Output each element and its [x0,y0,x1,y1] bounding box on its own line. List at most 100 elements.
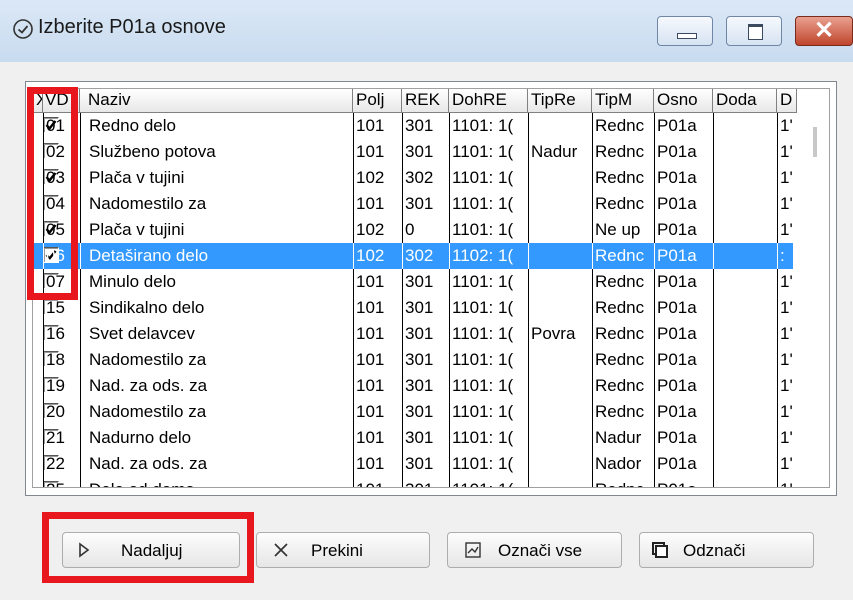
cell-rek: 0 [402,217,449,243]
cell-tipre [528,295,592,321]
cell-rek: 301 [402,451,449,477]
cell-osno: P01a [654,113,713,139]
table-row[interactable]: 03 Plača v tujini 102 302 1101: 1(Rednc P01a 1… [33,165,793,191]
table-row[interactable]: 22 Nad. za ods. za 101 301 1101: 1(Nador P01a… [33,451,793,477]
copy-icon [652,542,668,558]
cell-osno: P01a [654,451,713,477]
column-header-naziv[interactable]: Naziv [80,89,353,113]
column-header-rek[interactable]: REK [402,89,449,113]
cell-doda [713,269,777,295]
column-header-tipm[interactable]: TipM [592,89,654,113]
select-all-button[interactable]: Označi vse [447,532,622,568]
cell-tipm: Rednc [592,295,654,321]
cell-dohre: 1101: 1( [449,295,528,321]
maximize-button[interactable] [726,16,782,46]
column-header-tipre[interactable]: TipRe [528,89,592,113]
table-row[interactable]: 15 Sindikalno delo 101 301 1101: 1(Rednc P01a… [33,295,793,321]
column-header-polj[interactable]: Polj [353,89,402,113]
deselect-button[interactable]: Odznači [639,532,814,568]
cell-naziv: Nadomestilo za [80,399,353,425]
cell-naziv: Nadomestilo za [80,191,353,217]
cell-d: 1' [777,321,797,347]
cell-d: 1' [777,373,797,399]
cell-doda [713,321,777,347]
table-row[interactable]: 07 Minulo delo 101 301 1101: 1(Rednc P01a 1' [33,269,793,295]
table-row[interactable]: 02 Službeno potova 101 301 1101: 1(Nadur Redn… [33,139,793,165]
close-x-icon [274,543,288,557]
cell-polj: 101 [353,399,402,425]
cell-naziv: Nadurno delo [80,425,353,451]
cell-naziv: Redno delo [80,113,353,139]
cell-dohre: 1101: 1( [449,399,528,425]
selection-grid[interactable]: X VD Naziv Polj REK DohRE TipRe TipM Osn… [32,88,830,488]
cell-polj: 101 [353,191,402,217]
column-header-d[interactable]: D [777,89,797,113]
table-row[interactable]: 16 Svet delavcev 101 301 1101: 1(Povra Rednc P… [33,321,793,347]
close-button[interactable]: ✕ [795,16,853,46]
column-header-dohre[interactable]: DohRE [449,89,528,113]
cell-vd: 21 [43,425,80,451]
grid-frame: X VD Naziv Polj REK DohRE TipRe TipM Osn… [25,81,837,496]
cell-d: 1' [777,399,797,425]
cell-tipm: Rednc [592,269,654,295]
table-row[interactable]: 01 Redno delo 101 301 1101: 1(Rednc P01a 1' [33,113,793,139]
cell-osno: P01a [654,321,713,347]
cell-polj: 102 [353,165,402,191]
cell-tipre: Nadur [528,139,592,165]
table-row[interactable]: 04 Nadomestilo za 101 301 1101: 1(Rednc P01a 1… [33,191,793,217]
minimize-button[interactable] [657,16,713,46]
cell-doda [713,477,777,487]
table-row[interactable]: 18 Nadomestilo za 101 301 1101: 1(Rednc P01a 1… [33,347,793,373]
cell-polj: 101 [353,373,402,399]
table-row[interactable]: 19 Nad. za ods. za 101 301 1101: 1(Rednc P01a… [33,373,793,399]
scrollbar-thumb[interactable] [813,127,817,157]
cell-tipm: Nador [592,451,654,477]
cell-doda [713,139,777,165]
table-row[interactable]: 21 Nadurno delo 101 301 1101: 1(Nadur P01a 1' [33,425,793,451]
cell-doda [713,243,777,269]
table-row[interactable]: 25Delo od doma1013011101: 1(RedncP01a1' [33,477,793,487]
cell-naziv: Plača v tujini [80,217,353,243]
column-header-doda[interactable]: Doda [713,89,777,113]
table-row[interactable]: 06 Detaširano delo 102 302 1102: 1(Rednc P01a… [33,243,793,269]
cell-tipre: Povra [528,321,592,347]
cell-tipm: Rednc [592,347,654,373]
cell-dohre: 1101: 1( [449,321,528,347]
cell-dohre: 1101: 1( [449,113,528,139]
cell-d: 1' [777,139,797,165]
maximize-icon [748,24,763,40]
cell-d: 1' [777,425,797,451]
cell-dohre: 1102: 1( [449,243,528,269]
cell-rek: 301 [402,113,449,139]
deselect-button-label: Odznači [683,541,746,560]
cell-d: 1' [777,217,797,243]
table-row[interactable]: 05 Plača v tujini 102 0 1101: 1(Ne up P01a 1' [33,217,793,243]
cell-rek: 301 [402,139,449,165]
cell-vd: 16 [43,321,80,347]
cell-osno: P01a [654,477,713,487]
cell-tipre [528,243,592,269]
cell-rek: 301 [402,425,449,451]
cell-osno: P01a [654,425,713,451]
cell-osno: P01a [654,139,713,165]
cell-vd: 20 [43,399,80,425]
cell-polj: 102 [353,243,402,269]
table-row[interactable]: 20 Nadomestilo za 101 301 1101: 1(Rednc P01a 1… [33,399,793,425]
cell-vd: 22 [43,451,80,477]
cell-doda [713,295,777,321]
check-circle-icon [13,19,33,39]
cell-rek: 302 [402,165,449,191]
cell-doda [713,451,777,477]
cell-dohre: 1101: 1( [449,269,528,295]
cell-tipm: Rednc [592,373,654,399]
cancel-button[interactable]: Prekini [256,532,430,568]
cell-tipre [528,373,592,399]
cell-polj: 101 [353,321,402,347]
cell-naziv: Sindikalno delo [80,295,353,321]
cell-dohre: 1101: 1( [449,347,528,373]
cell-polj: 101 [353,425,402,451]
cell-vd: 25 [43,477,80,487]
window-title: Izberite P01a osnove [38,16,226,38]
cell-d: 1' [777,347,797,373]
column-header-osno[interactable]: Osno [654,89,713,113]
